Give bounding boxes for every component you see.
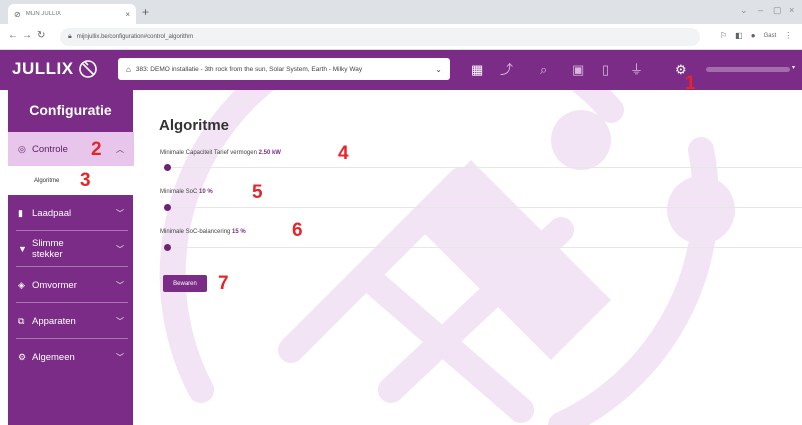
browser-toolbar: ← → ↻ 🔒︎ mijnjullix.be/configuration#con…: [0, 24, 802, 50]
lock-icon: 🔒︎: [68, 33, 72, 40]
settings-icon: ⚙: [18, 351, 27, 362]
sidebar-item-label: Omvormer: [32, 279, 77, 291]
chevron-down-icon: ﹀: [116, 208, 124, 218]
devices-icon: ⧉: [18, 315, 25, 326]
inverter-icon: ◈: [18, 279, 25, 290]
sidepanel-icon[interactable]: ◧: [735, 31, 743, 40]
sidebar-item-label: Laadpaal: [32, 207, 72, 219]
chart-icon[interactable]: ⤴: [500, 62, 513, 78]
annotation-2: 2: [91, 139, 102, 160]
annotation-6: 6: [292, 220, 303, 241]
chevron-down-icon: ﹀: [116, 244, 124, 254]
min-soc-slider[interactable]: [164, 204, 802, 212]
sidebar-subitem-algoritme[interactable]: Algoritme: [8, 166, 134, 195]
sidebar-item-label: Controle: [32, 143, 68, 155]
setting-value: 10 %: [199, 189, 213, 195]
slider-track[interactable]: [164, 207, 802, 208]
setting-label-soc-balancering: Minimale SoC-balancering 15 %: [160, 229, 246, 235]
profile-icon[interactable]: ●: [751, 31, 756, 40]
main-content: Algoritme Minimale Capaciteit Tarief ver…: [141, 90, 802, 425]
dashboard-icon[interactable]: ▦: [471, 62, 483, 78]
user-menu[interactable]: [706, 67, 790, 72]
sidebar-item-slimme-stekker[interactable]: ▼ Slimme stekker ﹀: [8, 232, 134, 266]
charger-icon: ▮: [18, 207, 23, 218]
maximize-icon[interactable]: ▢: [773, 5, 782, 16]
sidebar-item-omvormer[interactable]: ◈ Omvormer ﹀: [8, 268, 134, 302]
window-close-icon[interactable]: ×: [789, 5, 794, 15]
app-header: JULLIX ⌂ 383: DEMO installatie - 3th roc…: [0, 50, 802, 90]
close-tab-icon[interactable]: ×: [125, 10, 130, 19]
setting-name: Minimale SoC: [160, 189, 198, 195]
sidebar-item-controle[interactable]: ◎ Controle ︿: [8, 132, 134, 166]
slider-track[interactable]: [164, 167, 802, 168]
sidebar-divider: [16, 302, 128, 303]
reload-icon[interactable]: ↻: [37, 30, 45, 41]
setting-value: 15 %: [232, 229, 246, 235]
sidebar-item-label: Algemeen: [32, 351, 75, 363]
chevron-down-icon: ﹀: [116, 316, 124, 326]
new-tab-icon[interactable]: +: [142, 5, 149, 19]
search-icon[interactable]: ⌕: [540, 62, 547, 78]
more-menu-icon[interactable]: ⋮: [784, 31, 792, 40]
sidebar-divider: [16, 338, 128, 339]
installation-label: 383: DEMO installatie - 3th rock from th…: [135, 65, 363, 73]
chevron-down-icon: ⌄: [435, 64, 442, 74]
translate-icon[interactable]: ⚐: [720, 31, 727, 40]
address-bar[interactable]: 🔒︎ mijnjullix.be/configuration#control_a…: [60, 28, 700, 46]
smart-plug-icon: ▼: [18, 244, 27, 254]
browser-extensions: ⚐ ◧ ● Gast ⋮: [720, 31, 792, 40]
annotation-3: 3: [80, 170, 91, 191]
installation-selector[interactable]: ⌂ 383: DEMO installatie - 3th rock from …: [118, 58, 450, 80]
profile-label[interactable]: Gast: [764, 33, 777, 39]
forward-icon[interactable]: →: [22, 30, 32, 41]
minimize-icon[interactable]: –: [758, 5, 763, 15]
plug-watermark-icon: [159, 90, 735, 425]
monitor-icon[interactable]: ▣: [572, 62, 584, 78]
soc-balancering-slider[interactable]: [164, 244, 802, 252]
slider-thumb[interactable]: [164, 164, 171, 171]
plug-icon[interactable]: ⏚: [630, 62, 643, 78]
browser-tab[interactable]: ⊘ MIJN JULLIX ×: [8, 4, 136, 24]
sidebar-item-label: Apparaten: [32, 315, 76, 327]
browser-tab-bar: ⊘ MIJN JULLIX × + ⌄ – ▢ ×: [0, 0, 802, 24]
sidebar-title: Configuratie: [29, 102, 112, 118]
controle-icon: ◎: [18, 143, 26, 154]
url-text: mijnjullix.be/configuration#control_algo…: [76, 34, 194, 40]
page-title: Algoritme: [159, 117, 230, 134]
plug-logo-icon: [79, 60, 97, 78]
globe-icon: ⊘: [14, 9, 21, 19]
sidebar-divider: [16, 266, 128, 267]
battery-icon[interactable]: ▯: [602, 62, 609, 78]
tab-title: MIJN JULLIX: [25, 11, 62, 17]
chevron-down-icon: ﹀: [116, 352, 124, 362]
setting-label-capaciteit: Minimale Capaciteit Tarief vermogen 2.50…: [160, 150, 281, 156]
annotation-5: 5: [252, 182, 263, 203]
setting-name: Minimale Capaciteit Tarief vermogen: [160, 150, 257, 156]
annotation-7: 7: [218, 273, 229, 294]
setting-label-min-soc: Minimale SoC 10 %: [160, 189, 213, 195]
chevron-down-icon[interactable]: ⌄: [740, 5, 748, 16]
user-menu-caret-icon[interactable]: ▾: [792, 64, 795, 71]
annotation-1: 1: [685, 73, 696, 94]
sidebar-item-laadpaal[interactable]: ▮ Laadpaal ﹀: [8, 196, 134, 230]
slider-thumb[interactable]: [164, 244, 171, 251]
setting-name: Minimale SoC-balancering: [160, 229, 231, 235]
chevron-down-icon: ﹀: [116, 280, 124, 290]
setting-value: 2.50 kW: [258, 150, 281, 156]
annotation-4: 4: [338, 143, 349, 164]
back-icon[interactable]: ←: [8, 30, 18, 41]
slider-thumb[interactable]: [164, 204, 171, 211]
sidebar-item-algemeen[interactable]: ⚙ Algemeen ﹀: [8, 340, 134, 374]
sidebar-item-apparaten[interactable]: ⧉ Apparaten ﹀: [8, 304, 134, 338]
capaciteit-slider[interactable]: [164, 164, 802, 172]
logo: JULLIX: [12, 59, 74, 78]
save-button[interactable]: Bewaren: [163, 275, 207, 292]
sidebar-divider: [16, 230, 128, 231]
chevron-up-icon: ︿: [116, 144, 124, 154]
sidebar-item-label: Slimme stekker: [32, 238, 64, 260]
home-icon: ⌂: [126, 64, 131, 74]
slider-track[interactable]: [164, 247, 802, 248]
